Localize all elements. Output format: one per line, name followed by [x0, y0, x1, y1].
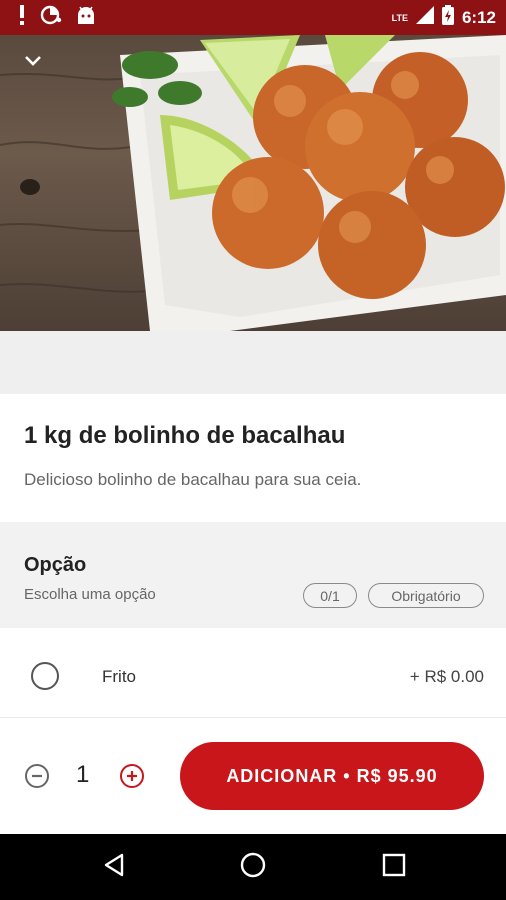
network-type: LTE: [391, 12, 408, 23]
selection-count-badge: 0/1: [303, 583, 357, 608]
option-label: Frito: [102, 667, 136, 686]
add-to-cart-button[interactable]: ADICIONAR • R$ 95.90: [180, 742, 484, 810]
nav-home-button[interactable]: [235, 849, 271, 885]
alert-icon: [18, 5, 26, 30]
add-to-cart-bar: 1 ADICIONAR • R$ 95.90: [0, 718, 506, 834]
signal-icon: [415, 6, 434, 29]
increase-quantity-button[interactable]: [119, 763, 145, 789]
recents-square-icon: [382, 853, 406, 882]
pie-status-icon: [40, 5, 62, 30]
collapse-button[interactable]: [24, 55, 58, 89]
product-title: 1 kg de bolinho de bacalhau: [24, 422, 346, 449]
battery-charging-icon: [441, 5, 454, 30]
decrease-quantity-button[interactable]: [24, 763, 50, 789]
product-info: 1 kg de bolinho de bacalhau Delicioso bo…: [0, 394, 506, 522]
option-group-header: Opção Escolha uma opção 0/1 Obrigatório: [0, 522, 506, 628]
product-description: Delicioso bolinho de bacalhau para sua c…: [24, 470, 362, 489]
minus-circle-icon: [24, 764, 50, 793]
food-illustration: [0, 35, 506, 331]
option-radio[interactable]: [31, 662, 59, 690]
option-group-subtitle: Escolha uma opção: [24, 586, 156, 603]
product-image: [0, 35, 506, 331]
quantity-value: 1: [76, 761, 90, 788]
nav-recents-button[interactable]: [376, 849, 412, 885]
back-triangle-icon: [102, 852, 126, 883]
home-circle-icon: [239, 851, 267, 884]
nav-back-button[interactable]: [96, 849, 132, 885]
status-left-icons: [18, 0, 96, 35]
system-nav-bar: [0, 834, 506, 900]
status-bar: LTE 6:12: [0, 0, 506, 35]
android-icon: [76, 6, 96, 29]
option-price: + R$ 0.00: [409, 667, 484, 686]
option-group-title: Opção: [24, 554, 87, 576]
clock: 6:12: [461, 7, 496, 27]
plus-circle-icon: [119, 764, 145, 793]
option-row-frito[interactable]: Frito + R$ 0.00: [0, 628, 506, 718]
image-footer-band: [0, 331, 506, 394]
required-badge: Obrigatório: [368, 583, 484, 608]
status-right-icons: LTE 6:12: [392, 0, 496, 35]
